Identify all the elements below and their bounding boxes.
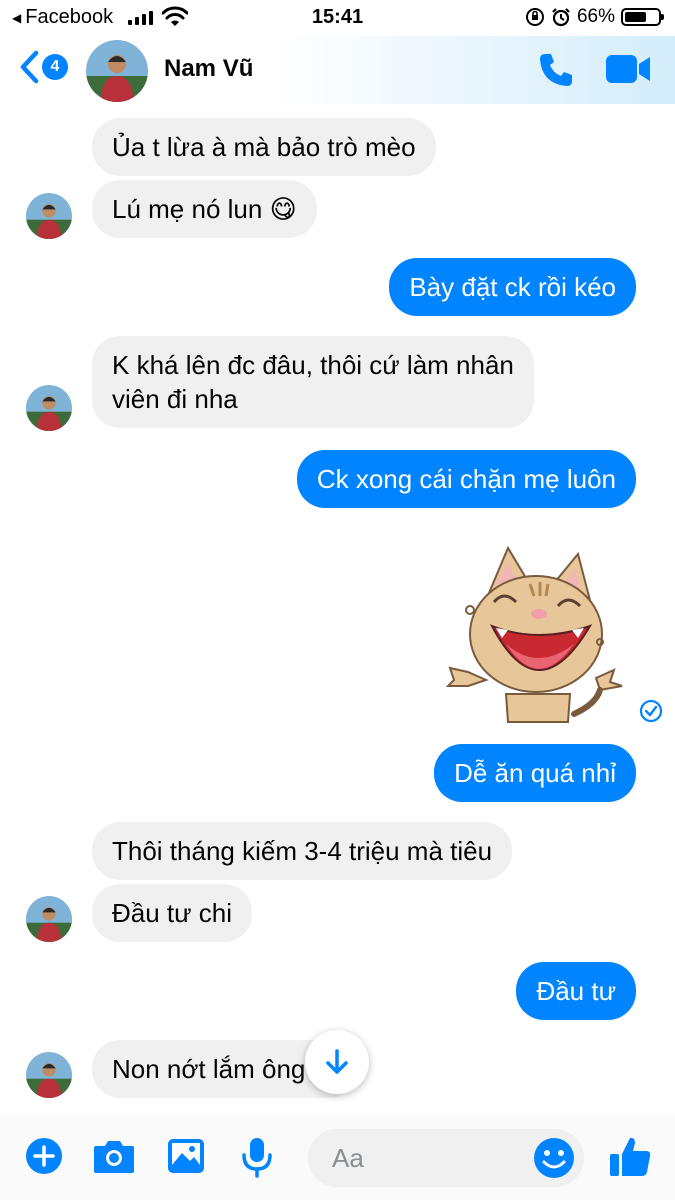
sender-avatar[interactable] bbox=[26, 896, 72, 942]
message-text: Đầu tư chi bbox=[112, 898, 233, 928]
rotation-lock-icon bbox=[525, 8, 544, 26]
scroll-to-bottom-button[interactable] bbox=[305, 1030, 369, 1094]
emoji-icon[interactable] bbox=[532, 1136, 576, 1180]
yum-emoji-icon: 😋 bbox=[269, 194, 297, 224]
message-text: Bày đặt ck rồi kéo bbox=[409, 272, 616, 302]
message-text: Thôi tháng kiếm 3-4 triệu mà tiêu bbox=[112, 836, 493, 866]
camera-icon[interactable] bbox=[92, 1136, 136, 1176]
status-right-group: 66% bbox=[525, 6, 664, 28]
message-bubble-incoming[interactable]: Đầu tư chi bbox=[92, 884, 253, 942]
back-button[interactable]: 4 bbox=[18, 50, 68, 84]
message-text: Non nớt lắm ông bbox=[112, 1054, 306, 1084]
arrow-down-icon bbox=[326, 1049, 348, 1074]
chevron-left-icon bbox=[20, 50, 39, 84]
contact-avatar[interactable] bbox=[86, 40, 148, 102]
phone-icon[interactable] bbox=[536, 50, 576, 90]
sent-check-icon bbox=[639, 699, 663, 723]
video-camera-icon[interactable] bbox=[604, 52, 652, 86]
unread-badge: 4 bbox=[42, 54, 68, 80]
message-text: Lú mẹ nó lun bbox=[112, 194, 263, 224]
plus-icon[interactable] bbox=[24, 1136, 64, 1176]
message-bubble-outgoing[interactable]: Ck xong cái chặn mẹ luôn bbox=[296, 450, 636, 508]
image-icon[interactable] bbox=[166, 1136, 206, 1176]
message-composer bbox=[0, 1114, 675, 1200]
message-text: Đầu tư bbox=[536, 976, 616, 1006]
sender-avatar[interactable] bbox=[26, 193, 72, 239]
laughing-cat-sticker[interactable] bbox=[446, 544, 626, 724]
message-bubble-outgoing[interactable]: Dễ ăn quá nhỉ bbox=[434, 744, 636, 802]
message-text-line: viên đi nha bbox=[112, 384, 238, 414]
chat-header: 4 Nam Vũ bbox=[0, 36, 675, 104]
message-text-line: K khá lên đc đâu, thôi cứ làm nhân bbox=[112, 350, 514, 380]
message-bubble-outgoing[interactable]: Bày đặt ck rồi kéo bbox=[389, 258, 636, 316]
message-bubble-outgoing[interactable]: Đầu tư bbox=[516, 962, 636, 1020]
sender-avatar[interactable] bbox=[26, 1052, 72, 1098]
contact-name[interactable]: Nam Vũ bbox=[164, 55, 253, 83]
message-bubble-incoming[interactable]: K khá lên đc đâu, thôi cứ làm nhân viên … bbox=[92, 336, 534, 428]
message-text: Dễ ăn quá nhỉ bbox=[454, 758, 616, 788]
message-bubble-incoming[interactable]: Ủa t lừa à mà bảo trò mèo bbox=[92, 118, 436, 176]
message-text: Ủa t lừa à mà bảo trò mèo bbox=[112, 132, 416, 162]
battery-icon bbox=[621, 8, 664, 26]
sender-avatar[interactable] bbox=[26, 385, 72, 431]
status-bar: ◀ Facebook 15:41 66% bbox=[0, 0, 675, 36]
thumbs-up-icon[interactable] bbox=[608, 1134, 654, 1180]
alarm-icon bbox=[552, 8, 570, 27]
message-text: Ck xong cái chặn mẹ luôn bbox=[316, 464, 616, 494]
microphone-icon[interactable] bbox=[240, 1136, 274, 1178]
message-bubble-incoming[interactable]: Lú mẹ nó lun 😋 bbox=[92, 180, 317, 238]
battery-percent: 66% bbox=[576, 6, 615, 27]
message-bubble-incoming[interactable]: Thôi tháng kiếm 3-4 triệu mà tiêu bbox=[92, 822, 513, 880]
